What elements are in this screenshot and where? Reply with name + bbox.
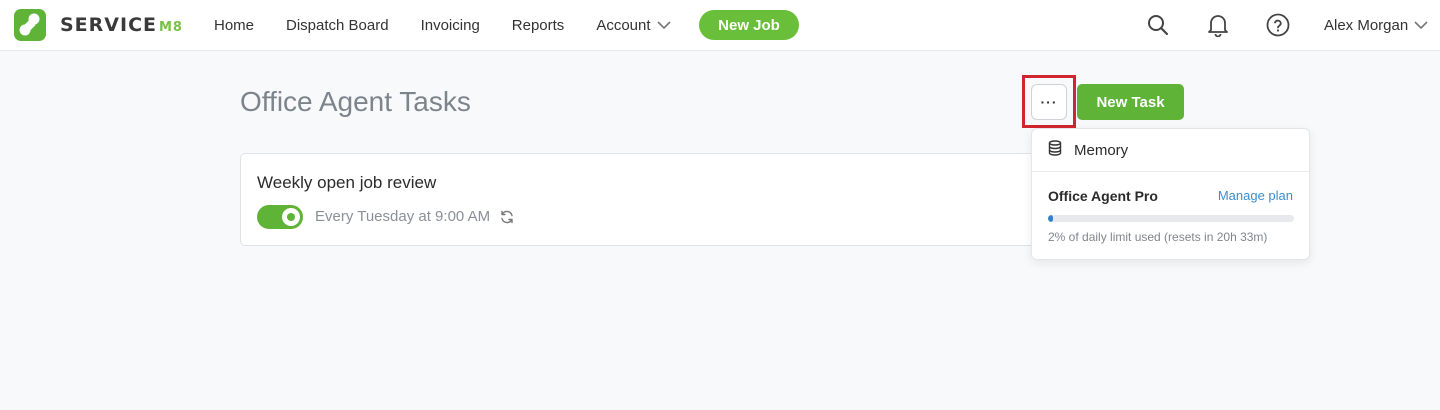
database-icon xyxy=(1048,139,1062,161)
new-task-button[interactable]: New Task xyxy=(1077,84,1184,120)
page-title: Office Agent Tasks xyxy=(240,86,471,117)
plan-name: Office Agent Pro xyxy=(1048,188,1158,204)
task-card[interactable]: Weekly open job review Every Tuesday at … xyxy=(240,153,1040,246)
usage-progress-fill xyxy=(1048,215,1053,222)
menu-item-memory-label: Memory xyxy=(1074,141,1129,159)
user-name: Alex Morgan xyxy=(1324,16,1409,34)
nav-dispatch-board[interactable]: Dispatch Board xyxy=(286,17,389,34)
nav-invoicing[interactable]: Invoicing xyxy=(421,17,480,34)
task-schedule: Every Tuesday at 9:00 AM xyxy=(315,208,491,225)
options-dropdown: Memory Office Agent Pro Manage plan 2% o… xyxy=(1031,128,1310,260)
bell-icon[interactable] xyxy=(1205,12,1231,38)
servicem8-logo[interactable]: SERVICE M8 xyxy=(14,9,183,41)
usage-progress-bar xyxy=(1048,215,1294,222)
logo-wordmark: SERVICE M8 xyxy=(60,14,183,36)
main-nav: Home Dispatch Board Invoicing Reports Ac… xyxy=(214,0,703,50)
nav-reports[interactable]: Reports xyxy=(512,17,565,34)
repeat-icon xyxy=(499,209,515,230)
task-title: Weekly open job review xyxy=(257,173,437,192)
nav-home[interactable]: Home xyxy=(214,17,254,34)
task-enabled-toggle[interactable] xyxy=(257,205,303,229)
help-icon[interactable] xyxy=(1265,12,1291,38)
top-nav: SERVICE M8 Home Dispatch Board Invoicing … xyxy=(0,0,1440,51)
more-options-button[interactable]: ··· xyxy=(1031,84,1067,120)
user-menu[interactable]: Alex Morgan xyxy=(1324,0,1428,50)
menu-item-memory[interactable]: Memory xyxy=(1032,129,1309,172)
search-icon[interactable] xyxy=(1145,12,1171,38)
manage-plan-link[interactable]: Manage plan xyxy=(1218,188,1293,203)
nav-account[interactable]: Account xyxy=(596,17,671,34)
logo-mark-icon xyxy=(14,9,46,41)
usage-text: 2% of daily limit used (resets in 20h 33… xyxy=(1048,230,1268,244)
chevron-down-icon xyxy=(656,17,671,34)
new-job-button[interactable]: New Job xyxy=(699,10,799,40)
toggle-knob xyxy=(282,208,300,226)
chevron-down-icon xyxy=(1414,17,1428,34)
